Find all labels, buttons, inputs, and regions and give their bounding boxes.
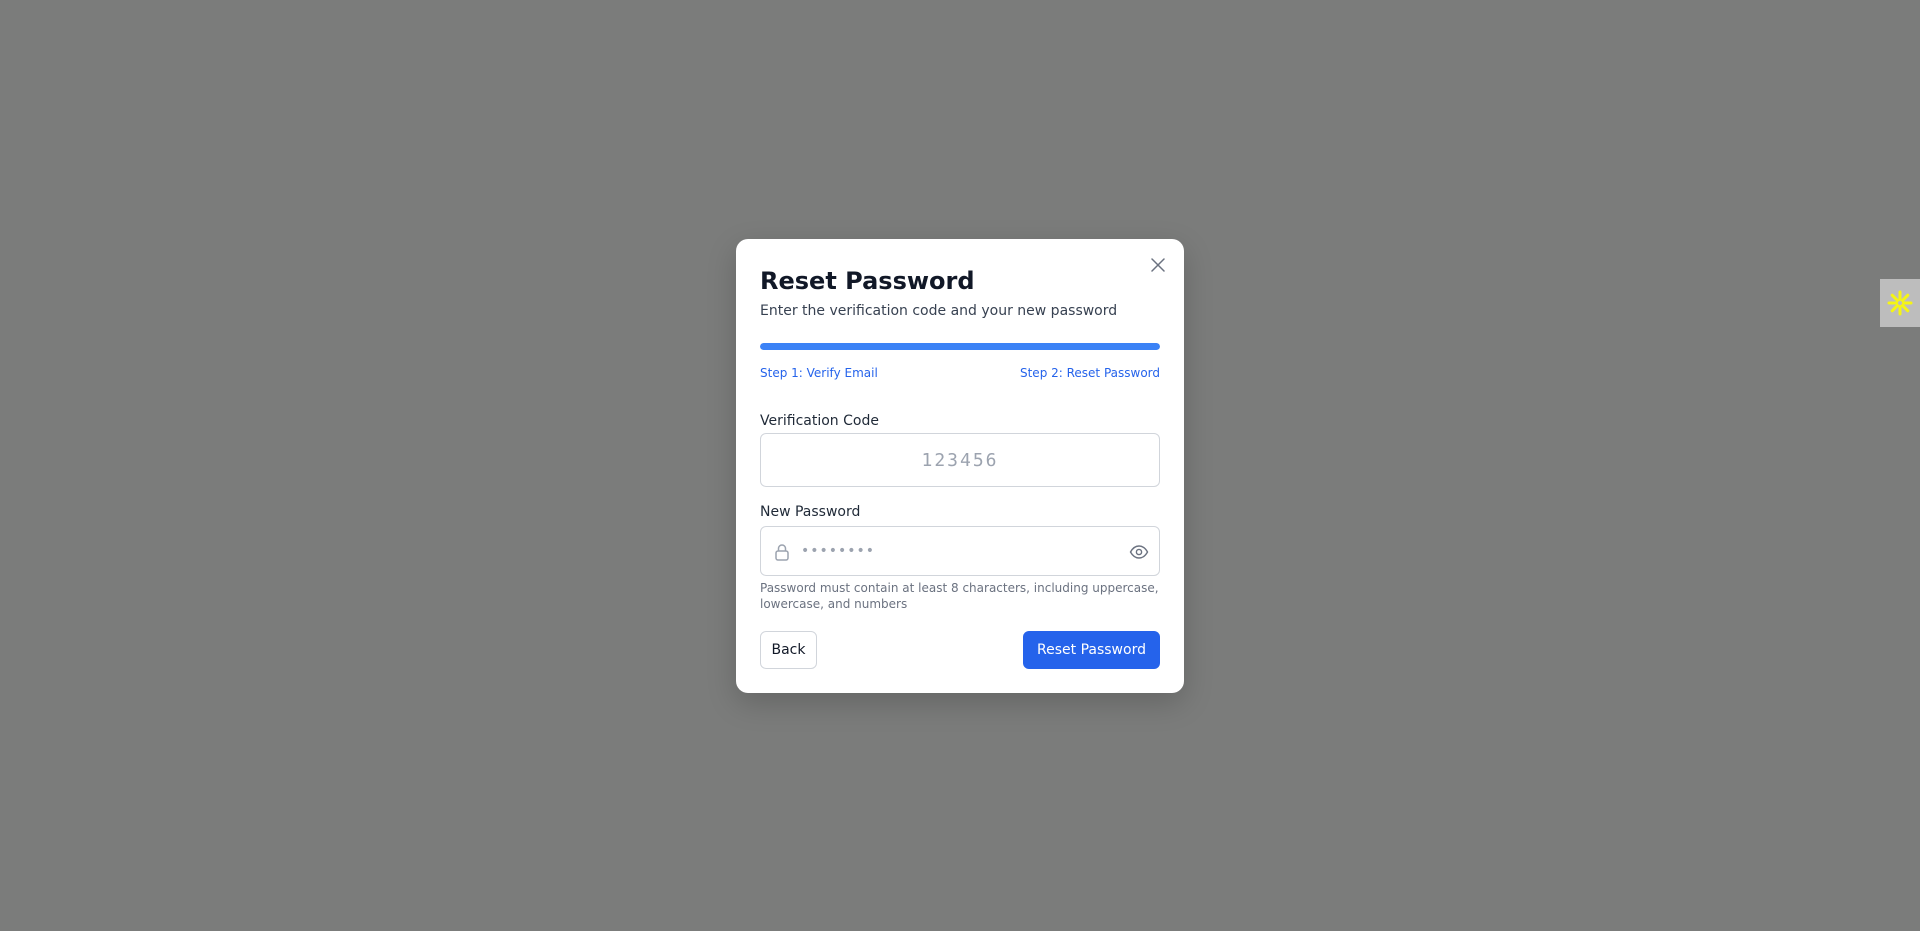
progress-fill: [760, 343, 1160, 350]
side-widget-button[interactable]: [1880, 279, 1920, 327]
verification-code-placeholder: 123456: [921, 449, 999, 471]
new-password-label: New Password: [760, 504, 861, 520]
sparkle-ray: [1890, 293, 1900, 303]
close-icon: [1151, 258, 1165, 272]
reset-password-dialog: Reset Password Enter the verification co…: [736, 239, 1184, 693]
sparkle-icon: [1887, 290, 1913, 316]
step-2-label: Step 2: Reset Password: [1019, 366, 1160, 380]
sparkle-ray: [1890, 303, 1900, 313]
password-requirements-hint: Password must contain at least 8 charact…: [760, 581, 1159, 611]
sparkle-ray: [1900, 293, 1910, 303]
dialog-subtitle: Enter the verification code and your new…: [760, 303, 1118, 319]
reset-password-button[interactable]: Reset Password: [1023, 631, 1160, 669]
dialog-actions: Back Reset Password: [760, 631, 1160, 669]
verification-code-label: Verification Code: [760, 413, 879, 429]
step-indicator: Step 1: Verify Email Step 2: Reset Passw…: [760, 365, 1160, 381]
close-button[interactable]: [1148, 255, 1168, 275]
back-button[interactable]: Back: [760, 631, 817, 669]
step-1-label: Step 1: Verify Email: [760, 366, 878, 380]
eye-icon[interactable]: [1129, 542, 1149, 562]
new-password-placeholder: ••••••••: [801, 543, 876, 559]
verification-code-input[interactable]: 123456: [760, 433, 1160, 487]
lock-icon: [775, 544, 789, 561]
dialog-title: Reset Password: [760, 267, 975, 295]
new-password-input[interactable]: ••••••••: [760, 526, 1160, 576]
sparkle-ray: [1900, 303, 1910, 313]
progress-bar: [760, 343, 1160, 350]
